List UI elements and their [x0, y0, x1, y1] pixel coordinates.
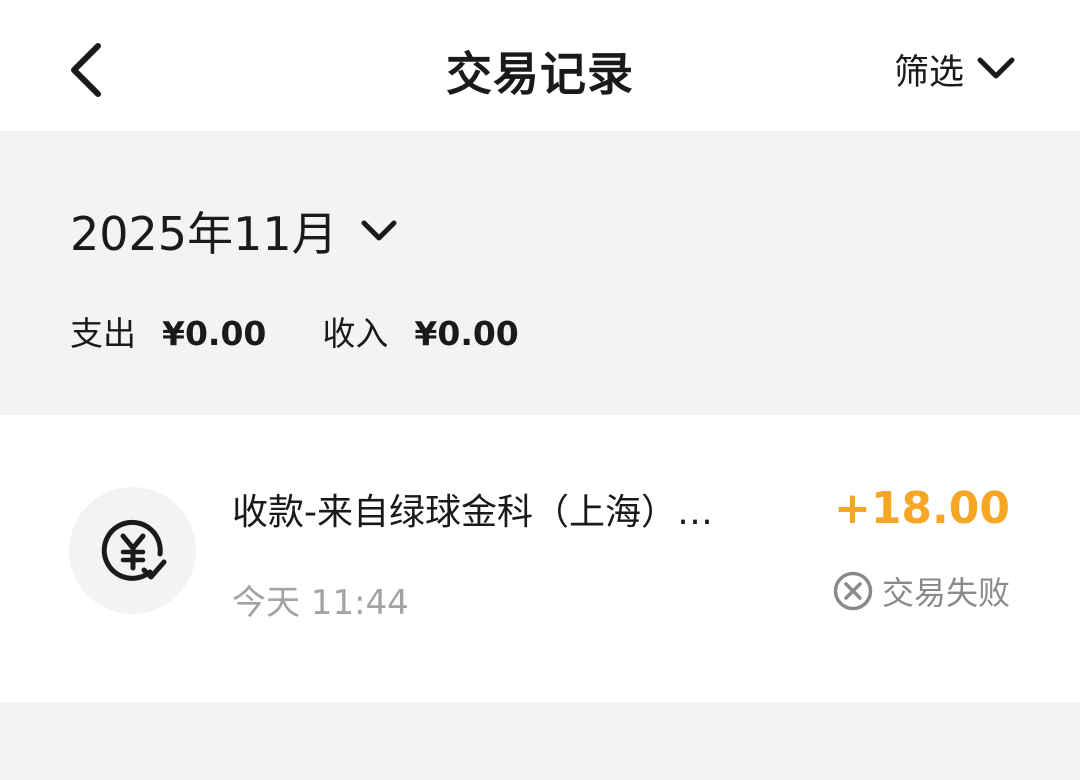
next-month-section	[0, 702, 1080, 780]
top-navigation-bar: 交易记录 筛选	[0, 0, 1080, 131]
income-label: 收入	[322, 314, 389, 353]
month-picker[interactable]: 2025年11月	[70, 201, 398, 261]
chevron-down-icon	[977, 57, 1015, 79]
expense-label: 支出	[70, 314, 136, 353]
transaction-status: 交易失败	[832, 569, 1010, 613]
transaction-icon-badge	[69, 487, 196, 614]
transaction-title: 收款-来自绿球金科（上海）…	[232, 492, 713, 533]
transaction-status-text: 交易失败	[881, 574, 1010, 612]
month-summary-section: 2025年11月 支出 ¥0.00 收入 ¥0.00	[0, 131, 1080, 415]
monthly-totals: 支出 ¥0.00 收入 ¥0.00	[70, 307, 519, 355]
transaction-time: 今天 11:44	[232, 583, 409, 623]
transaction-amount: +18.00	[833, 483, 1010, 534]
income-amount: ¥0.00	[414, 314, 519, 353]
expense-amount: ¥0.00	[162, 314, 267, 353]
yuan-check-icon	[101, 519, 166, 581]
chevron-down-icon	[361, 220, 397, 241]
close-circle-icon	[833, 571, 873, 611]
transaction-row[interactable]: 收款-来自绿球金科（上海）… 今天 11:44 +18.00 交易失败	[0, 415, 1080, 702]
filter-label: 筛选	[893, 52, 964, 93]
filter-button[interactable]: 筛选	[894, 44, 1016, 94]
month-label: 2025年11月	[70, 207, 338, 261]
